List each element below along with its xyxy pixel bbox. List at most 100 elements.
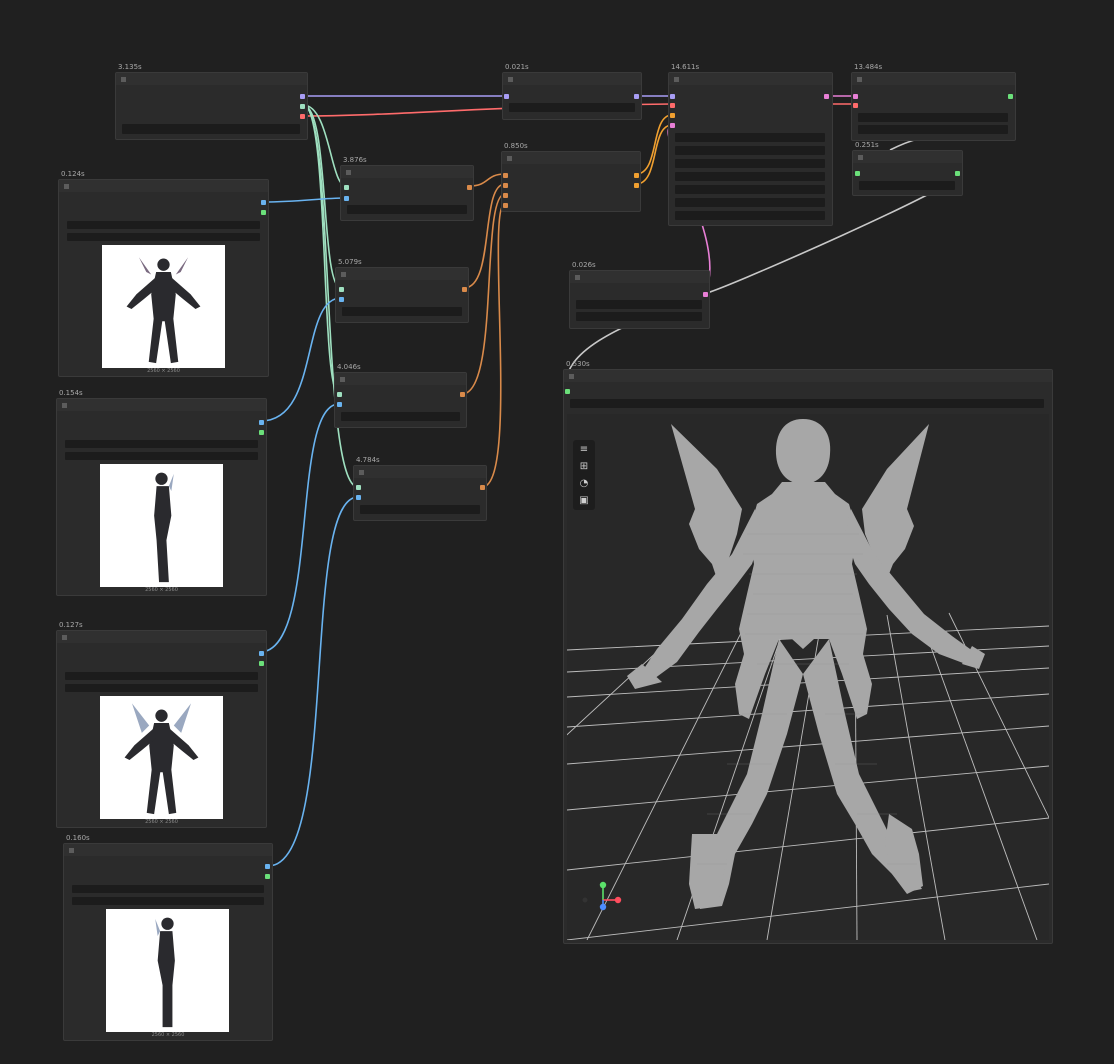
input-port[interactable] <box>670 94 675 99</box>
input-port[interactable] <box>344 185 349 190</box>
encoder-node-4[interactable]: 4.784s <box>353 456 487 521</box>
widget-field[interactable] <box>576 312 702 321</box>
node-header[interactable] <box>564 370 1052 382</box>
output-port[interactable] <box>265 874 270 879</box>
output-port[interactable] <box>261 210 266 215</box>
collapse-icon[interactable] <box>346 170 351 175</box>
widget-field[interactable] <box>65 684 258 692</box>
output-port[interactable] <box>634 183 639 188</box>
combine-node-b[interactable]: 0.850s <box>501 142 641 212</box>
input-port[interactable] <box>670 113 675 118</box>
input-port[interactable] <box>339 297 344 302</box>
widget-field[interactable] <box>67 233 260 241</box>
output-port[interactable] <box>259 430 264 435</box>
node-header[interactable] <box>852 73 1015 85</box>
collapse-icon[interactable] <box>575 275 580 280</box>
widget-field[interactable] <box>509 103 635 112</box>
widget-field[interactable] <box>858 125 1008 134</box>
collapse-icon[interactable] <box>857 77 862 82</box>
decode-node[interactable]: 0.026s <box>569 261 710 329</box>
output-port[interactable] <box>467 185 472 190</box>
collapse-icon[interactable] <box>507 156 512 161</box>
output-port[interactable] <box>265 864 270 869</box>
node-header[interactable] <box>336 268 468 280</box>
collapse-icon[interactable] <box>69 848 74 853</box>
widget-field[interactable] <box>858 113 1008 122</box>
node-header[interactable] <box>59 180 268 192</box>
widget-field[interactable] <box>675 198 825 207</box>
output-port[interactable] <box>300 104 305 109</box>
collapse-icon[interactable] <box>508 77 513 82</box>
node-header[interactable] <box>503 73 641 85</box>
input-port[interactable] <box>337 392 342 397</box>
input-port[interactable] <box>853 94 858 99</box>
output-port[interactable] <box>824 94 829 99</box>
node-header[interactable] <box>341 166 473 178</box>
widget-field[interactable] <box>576 300 702 309</box>
node-header[interactable] <box>354 466 486 478</box>
input-port[interactable] <box>337 402 342 407</box>
widget-field[interactable] <box>65 452 258 460</box>
widget-field[interactable] <box>675 146 825 155</box>
widget-field[interactable] <box>570 399 1044 408</box>
image-icon[interactable]: ▣ <box>577 494 591 508</box>
encoder-node-2[interactable]: 5.079s <box>335 258 469 323</box>
node-header[interactable] <box>669 73 832 85</box>
output-port[interactable] <box>460 392 465 397</box>
output-port[interactable] <box>259 661 264 666</box>
encoder-node-3[interactable]: 4.046s <box>334 363 467 428</box>
widget-field[interactable] <box>342 307 462 316</box>
output-port[interactable] <box>1008 94 1013 99</box>
node-header[interactable] <box>57 399 266 411</box>
input-port[interactable] <box>504 94 509 99</box>
output-port[interactable] <box>703 292 708 297</box>
collapse-icon[interactable] <box>569 374 574 379</box>
widget-field[interactable] <box>347 205 467 214</box>
output-port[interactable] <box>259 420 264 425</box>
image-loader-right[interactable]: 0.160s 2560 × 2560 <box>63 834 273 1041</box>
input-port[interactable] <box>339 287 344 292</box>
input-port[interactable] <box>565 389 570 394</box>
output-port[interactable] <box>634 173 639 178</box>
input-port[interactable] <box>670 123 675 128</box>
input-port[interactable] <box>356 495 361 500</box>
output-port[interactable] <box>261 200 266 205</box>
image-loader-front[interactable]: 0.124s 2560 × 2560 <box>58 170 269 377</box>
widget-field[interactable] <box>675 172 825 181</box>
image-loader-back[interactable]: 0.127s 2560 × 2560 <box>56 621 267 828</box>
collapse-icon[interactable] <box>62 403 67 408</box>
widget-field[interactable] <box>675 185 825 194</box>
widget-field[interactable] <box>67 221 260 229</box>
output-port[interactable] <box>634 94 639 99</box>
output-port[interactable] <box>300 94 305 99</box>
node-header[interactable] <box>502 152 640 164</box>
node-header[interactable] <box>335 373 466 385</box>
output-port[interactable] <box>300 114 305 119</box>
collapse-icon[interactable] <box>674 77 679 82</box>
encoder-node-1[interactable]: 3.876s <box>340 156 474 221</box>
camera-orbit-icon[interactable]: ◔ <box>577 477 591 491</box>
widget-field[interactable] <box>675 133 825 142</box>
input-port[interactable] <box>853 103 858 108</box>
model-loader-node[interactable]: 3.135s <box>115 63 308 140</box>
widget-field[interactable] <box>65 672 258 680</box>
widget-field[interactable] <box>72 897 264 905</box>
input-port[interactable] <box>670 103 675 108</box>
output-port[interactable] <box>462 287 467 292</box>
input-port[interactable] <box>855 171 860 176</box>
3d-scene[interactable] <box>567 414 1049 940</box>
input-port[interactable] <box>503 193 508 198</box>
widget-field[interactable] <box>341 412 460 421</box>
input-port[interactable] <box>356 485 361 490</box>
collapse-icon[interactable] <box>340 377 345 382</box>
node-header[interactable] <box>64 844 272 856</box>
widget-field[interactable] <box>72 885 264 893</box>
input-port[interactable] <box>503 183 508 188</box>
input-port[interactable] <box>503 203 508 208</box>
export-node[interactable]: 13.484s <box>851 63 1016 141</box>
collapse-icon[interactable] <box>62 635 67 640</box>
3d-viewport[interactable]: ≡ ⊞ ◔ ▣ <box>567 414 1049 940</box>
collapse-icon[interactable] <box>121 77 126 82</box>
combine-node-a[interactable]: 0.021s <box>502 63 642 120</box>
widget-field[interactable] <box>859 181 955 190</box>
